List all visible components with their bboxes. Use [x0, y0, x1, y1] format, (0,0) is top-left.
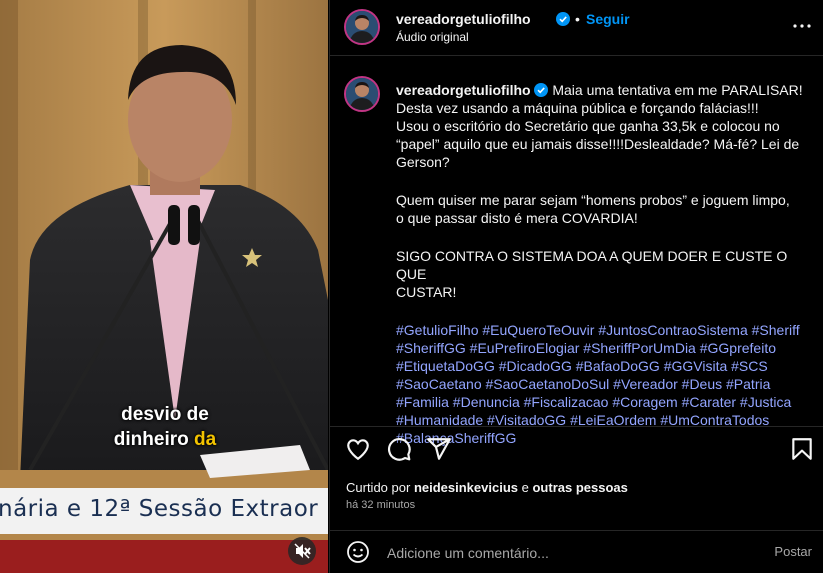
caption-paragraph-1: vereadorgetuliofilho Maia uma tentativa … — [396, 81, 816, 171]
comment-bar: Postar — [330, 530, 823, 573]
hashtag-line[interactable]: #SheriffGG #EuPrefiroElogiar #SheriffPor… — [396, 339, 816, 357]
mute-button[interactable] — [288, 537, 316, 565]
audio-label[interactable]: Áudio original — [396, 30, 469, 44]
bookmark-icon — [792, 438, 812, 460]
share-button[interactable] — [426, 436, 452, 462]
caption-line: “papel” aquilo que eu jamais disse!!!!De… — [396, 136, 800, 152]
hashtag-line[interactable]: #Familia #Denuncia #Fiscalizacao #Corage… — [396, 393, 816, 411]
video-subtitle: desvio de dinheiro da — [100, 402, 230, 452]
header-separator: • — [575, 11, 580, 27]
post-comment-button[interactable]: Postar — [774, 544, 812, 559]
more-options-button[interactable] — [790, 16, 814, 36]
post-panel: vereadorgetuliofilho • Seguir Áudio orig… — [329, 0, 823, 573]
caption-avatar[interactable] — [344, 76, 380, 112]
hashtag-line[interactable]: #SaoCaetano #SaoCaetanoDoSul #Vereador #… — [396, 375, 816, 393]
emoji-button[interactable] — [346, 540, 370, 564]
likes-connector: e — [521, 480, 529, 495]
avatar-image — [346, 78, 378, 110]
heart-icon — [347, 439, 369, 461]
comment-input[interactable] — [385, 542, 749, 564]
subtitle-word-highlight: da — [194, 429, 217, 450]
caption-line: SIGO CONTRA O SISTEMA DOA A QUEM DOER E … — [396, 248, 788, 282]
share-icon — [427, 438, 451, 460]
likes-prefix: Curtido por — [346, 480, 411, 495]
caption-paragraph-3: SIGO CONTRA O SISTEMA DOA A QUEM DOER E … — [396, 247, 816, 301]
video-banner-text: nária e 12ª Sessão Extraor — [0, 496, 319, 522]
caption-line: Usou o escritório do Secretário que ganh… — [396, 118, 780, 134]
subtitle-line-1: desvio de — [121, 404, 209, 425]
like-button[interactable] — [345, 436, 371, 462]
subtitle-word: dinheiro — [113, 429, 189, 450]
caption-line: Quem quiser me parar sejam “homens probo… — [396, 192, 790, 208]
post-header: vereadorgetuliofilho • Seguir Áudio orig… — [330, 0, 823, 56]
caption-line: o que passar disto é mera COVARDIA! — [396, 210, 638, 226]
hashtag-line[interactable]: #EtiquetaDoGG #DicadoGG #BafaoDoGG #GGVi… — [396, 357, 816, 375]
verified-badge-icon — [556, 12, 570, 26]
subtitle-line-2: dinheiro da — [100, 427, 230, 452]
save-button[interactable] — [789, 436, 815, 462]
caption-line: CUSTAR! — [396, 284, 457, 300]
header-username[interactable]: vereadorgetuliofilho — [396, 11, 531, 27]
likes-summary: Curtido por neidesinkevicius e outras pe… — [346, 480, 628, 495]
follow-button[interactable]: Seguir — [586, 11, 630, 27]
caption-line: vereadorgetuliofilho Maia uma tentativa … — [396, 81, 816, 99]
more-options-icon — [793, 24, 811, 28]
caption-body: vereadorgetuliofilho Maia uma tentativa … — [396, 81, 816, 447]
video-frame — [0, 0, 328, 573]
action-bar: Curtido por neidesinkevicius e outras pe… — [330, 426, 823, 546]
emoji-icon — [347, 541, 369, 563]
avatar-image — [346, 11, 378, 43]
caption-section: vereadorgetuliofilho Maia uma tentativa … — [330, 56, 823, 446]
hashtag-line[interactable]: #GetulioFilho #EuQueroTeOuvir #JuntosCon… — [396, 321, 816, 339]
caption-line: Gerson? — [396, 154, 450, 170]
likes-others-link[interactable]: outras pessoas — [532, 480, 627, 495]
caption-username[interactable]: vereadorgetuliofilho — [396, 82, 531, 98]
caption-paragraph-2: Quem quiser me parar sejam “homens probo… — [396, 191, 816, 227]
comment-button[interactable] — [386, 436, 412, 462]
verified-badge-icon — [534, 83, 549, 97]
post-timestamp[interactable]: há 32 minutos — [346, 499, 415, 511]
comment-icon — [388, 438, 411, 461]
likes-user-link[interactable]: neidesinkevicius — [414, 480, 518, 495]
speaker-muted-icon — [294, 543, 311, 559]
avatar[interactable] — [344, 9, 380, 45]
caption-line: Desta vez usando a máquina pública e for… — [396, 100, 759, 116]
caption-text: Maia uma tentativa em me PARALISAR! — [552, 82, 803, 98]
reel-video[interactable]: desvio de dinheiro da nária e 12ª Sessão… — [0, 0, 328, 573]
